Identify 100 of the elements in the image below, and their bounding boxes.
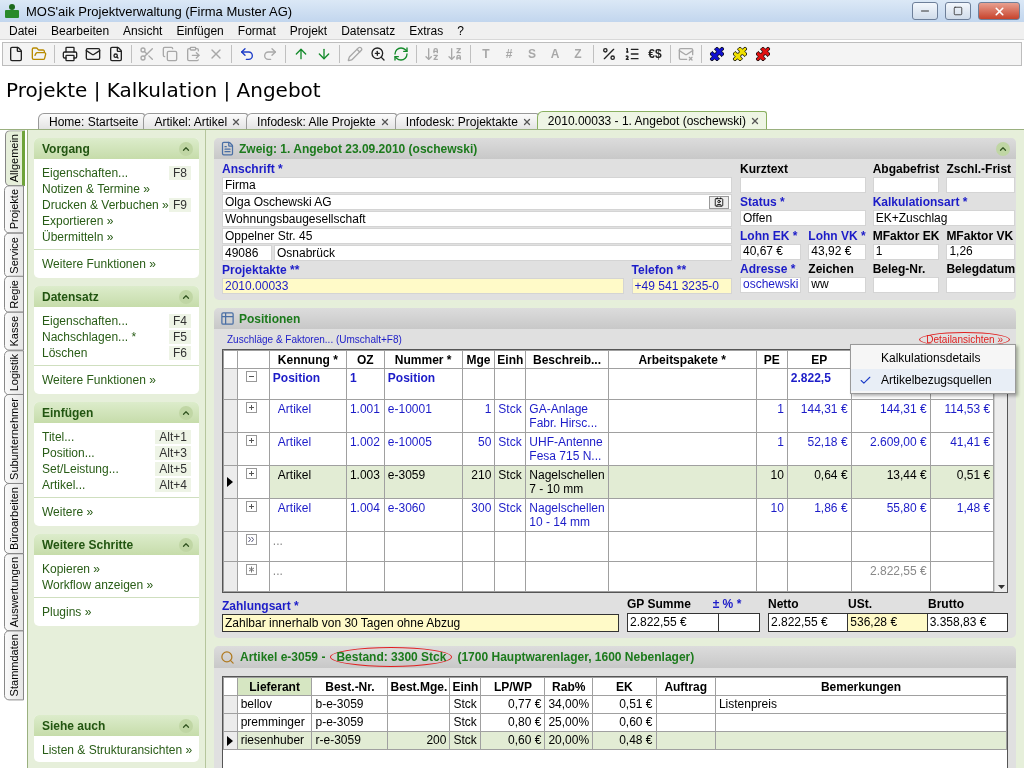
close-icon[interactable] — [978, 2, 1020, 20]
menu-item[interactable]: Format — [230, 23, 283, 38]
column-header[interactable]: Bemerkungen — [715, 677, 1007, 696]
sidebar-link[interactable]: Artikel... — [42, 478, 86, 492]
sidebar-link[interactable]: Weitere Funktionen » — [42, 257, 156, 271]
sidebar-link[interactable]: Löschen — [42, 346, 88, 360]
scroll-down-icon[interactable] — [997, 585, 1005, 589]
menu-option[interactable]: Kalkulationsdetails — [851, 347, 1015, 369]
contact-lookup-icon[interactable] — [709, 195, 729, 209]
input-field[interactable] — [946, 177, 1016, 193]
column-header[interactable]: Auftrag — [656, 677, 716, 696]
sidebar-link[interactable]: Kopieren » — [42, 562, 101, 576]
column-header[interactable]: Kennung * — [269, 350, 347, 369]
collapse-icon[interactable] — [245, 371, 257, 382]
sidebar-link[interactable]: Set/Leistung... — [42, 462, 119, 476]
side-tab[interactable]: Service — [4, 232, 24, 278]
tab[interactable]: Infodesk: Alle Projekte — [246, 113, 397, 129]
toolbar-button[interactable]: €$ — [644, 44, 666, 64]
sidebar-link[interactable]: Workflow anzeigen » — [42, 578, 154, 592]
sidebar-link[interactable]: Exportieren » — [42, 214, 114, 228]
menu-item[interactable]: Bearbeiten — [44, 23, 117, 38]
input-field[interactable]: 49086 — [222, 245, 272, 261]
row-header[interactable] — [223, 465, 237, 499]
sidebar-link[interactable]: Plugins » — [42, 605, 92, 619]
expand-icon[interactable] — [245, 402, 257, 413]
expand-icon[interactable] — [245, 468, 257, 479]
sidebar-link[interactable]: Weitere » — [42, 505, 94, 519]
input-field[interactable] — [872, 276, 940, 293]
minimize-icon[interactable] — [912, 2, 938, 20]
input-field[interactable] — [946, 276, 1016, 293]
tab[interactable]: Home: Startseite — [38, 113, 146, 129]
side-tab[interactable]: Auswertungen — [4, 552, 24, 632]
side-tab[interactable]: Logistik — [4, 349, 24, 395]
menu-option[interactable]: Artikelbezugsquellen — [851, 369, 1015, 391]
input-field[interactable]: Zahlbar innerhalb von 30 Tagen ohne Abzug — [222, 614, 619, 632]
menu-item[interactable]: Projekt — [282, 23, 335, 38]
collapse-icon[interactable] — [179, 141, 193, 156]
tab[interactable]: Artikel: Artikel — [143, 113, 249, 129]
column-header[interactable]: Einh — [449, 677, 481, 696]
input-field[interactable] — [872, 177, 940, 193]
column-header[interactable]: Rab% — [544, 677, 593, 696]
column-header[interactable]: Arbeitspakete * — [608, 350, 757, 369]
double-chevron-icon[interactable] — [245, 534, 257, 545]
sidebar-link[interactable]: Nachschlagen... * — [42, 330, 137, 344]
tab[interactable]: Infodesk: Projektakte — [394, 113, 539, 129]
input-field[interactable]: Oppelner Str. 45 — [222, 228, 732, 244]
column-header[interactable]: PE — [756, 350, 788, 369]
input-field[interactable]: oschewski — [740, 276, 802, 293]
tab[interactable]: 2010.00033 - 1. Angebot (oschewski) — [536, 111, 767, 129]
input-field[interactable] — [740, 177, 866, 193]
side-tab[interactable]: Allgemein — [5, 130, 25, 187]
input-field[interactable]: 2010.00033 — [222, 278, 624, 294]
sidebar-link[interactable]: Position... — [42, 446, 95, 460]
collapse-icon[interactable] — [996, 141, 1010, 156]
column-header[interactable]: OZ — [346, 350, 385, 369]
side-tab[interactable]: Stammdaten — [4, 630, 24, 701]
surcharges-link[interactable]: Zuschläge & Faktoren... (Umschalt+F8) — [220, 332, 409, 347]
input-field[interactable]: ww — [808, 276, 866, 293]
side-tab[interactable]: Büroarbeiten — [4, 482, 24, 554]
restore-icon[interactable] — [945, 2, 971, 20]
input-field[interactable]: Offen — [740, 210, 866, 227]
sidebar-link[interactable]: Drucken & Verbuchen » — [42, 198, 169, 212]
sidebar-link[interactable]: Listen & Strukturansichten » — [42, 743, 193, 757]
input-field[interactable]: EK+Zuschlag — [872, 210, 1016, 227]
collapse-icon[interactable] — [179, 289, 193, 304]
column-header[interactable]: Einh — [494, 350, 526, 369]
sidebar-link[interactable]: Eigenschaften... — [42, 314, 129, 328]
asterisk-icon[interactable] — [245, 564, 257, 575]
sidebar-link[interactable]: Notizen & Termine » — [42, 182, 150, 196]
sidebar-link[interactable]: Titel... — [42, 430, 75, 444]
input-field[interactable]: 43,92 € — [808, 243, 866, 260]
collapse-icon[interactable] — [179, 405, 193, 420]
column-header[interactable]: EP — [787, 350, 852, 369]
menu-item[interactable]: Datensatz — [334, 23, 403, 38]
input-field[interactable]: 1,26 — [946, 243, 1016, 260]
input-field[interactable]: +49 541 3235-0 — [631, 278, 732, 294]
menu-item[interactable]: Datei — [2, 23, 44, 38]
side-tab[interactable]: Projekte — [4, 185, 24, 234]
input-field[interactable]: Olga Oschewski AG — [222, 194, 732, 210]
menu-item[interactable]: Ansicht — [116, 23, 170, 38]
expand-icon[interactable] — [245, 501, 257, 512]
menu-item[interactable]: Einfügen — [169, 23, 231, 38]
input-field[interactable]: 40,67 € — [740, 243, 802, 260]
menu-item[interactable]: Extras — [402, 23, 451, 38]
input-field[interactable]: Firma — [222, 177, 732, 193]
side-tab[interactable]: Regie — [4, 276, 24, 314]
column-header[interactable]: Best.Mge. — [387, 677, 450, 696]
input-field[interactable]: Wohnungsbaugesellschaft — [222, 211, 732, 227]
input-field[interactable]: 1 — [872, 243, 940, 260]
column-header[interactable]: EK — [592, 677, 656, 696]
column-header[interactable]: Mge — [462, 350, 495, 369]
column-header[interactable]: LP/WP — [480, 677, 545, 696]
sidebar-link[interactable]: Übermitteln » — [42, 230, 114, 244]
collapse-icon[interactable] — [179, 718, 193, 733]
sidebar-link[interactable]: Eigenschaften... — [42, 166, 129, 180]
column-header[interactable]: Nummer * — [384, 350, 463, 369]
collapse-icon[interactable] — [179, 537, 193, 552]
side-tab[interactable]: Subunternehmer — [4, 394, 24, 484]
column-header[interactable]: Best.-Nr. — [312, 677, 388, 696]
expand-icon[interactable] — [245, 435, 257, 446]
